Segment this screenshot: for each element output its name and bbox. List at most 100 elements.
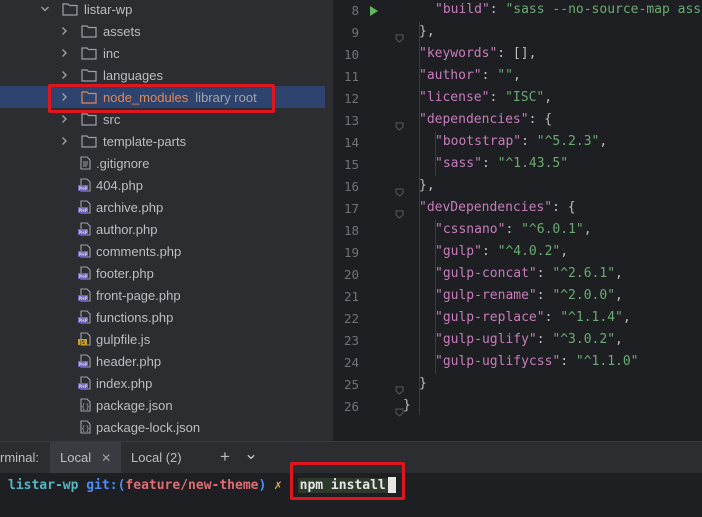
tree-file[interactable]: PHP comments.php xyxy=(0,240,325,262)
code-line[interactable]: } xyxy=(419,376,427,391)
tab-label: Local xyxy=(60,450,92,465)
run-script-icon[interactable] xyxy=(369,4,379,16)
tab-local[interactable]: Local ✕ xyxy=(50,442,122,473)
code-line[interactable]: "dependencies": { xyxy=(419,112,552,127)
line-number: 24 xyxy=(343,355,359,370)
code-line[interactable]: "gulp-uglify": "^3.0.2", xyxy=(435,332,623,347)
tree-root-listar-wp[interactable]: listar-wp xyxy=(0,0,325,20)
tree-file[interactable]: PHP author.php xyxy=(0,218,325,240)
code-line[interactable]: "gulp-concat": "^2.6.1", xyxy=(435,266,623,281)
chevron-right-icon[interactable] xyxy=(59,92,69,102)
code-line[interactable]: "license": "ISC", xyxy=(419,90,552,105)
terminal-prompt[interactable]: listar-wp git:(feature/new-theme) ✗ npm … xyxy=(8,475,396,495)
code-token: "build" xyxy=(435,2,490,17)
tree-file[interactable]: PHP header.php xyxy=(0,350,325,372)
close-icon[interactable]: ✕ xyxy=(101,451,111,465)
code-line[interactable]: "sass": "^1.43.5" xyxy=(435,156,568,171)
code-token: "dependencies" xyxy=(419,112,529,127)
code-token: "gulp" xyxy=(435,244,482,259)
code-line[interactable]: "bootstrap": "^5.2.3", xyxy=(435,134,607,149)
tree-folder-node-modules[interactable]: node_modules library root xyxy=(0,86,325,108)
tree-folder-src[interactable]: src xyxy=(0,108,325,130)
chevron-right-icon[interactable] xyxy=(59,48,69,58)
svg-text:PHP: PHP xyxy=(79,318,88,324)
chevron-right-icon[interactable] xyxy=(59,70,69,80)
code-line[interactable]: "gulp-rename": "^2.0.0", xyxy=(435,288,623,303)
chevron-down-icon[interactable] xyxy=(40,4,50,14)
tree-file[interactable]: PHP archive.php xyxy=(0,196,325,218)
code-line[interactable]: "gulp": "^4.0.2", xyxy=(435,244,568,259)
code-line[interactable]: "author": "", xyxy=(419,68,521,83)
code-token: }, xyxy=(419,178,435,193)
code-line[interactable]: } xyxy=(403,398,411,413)
tree-item-label: header.php xyxy=(96,353,162,369)
code-line[interactable]: "build": "sass --no-source-map ass xyxy=(435,2,701,17)
fold-marker-icon[interactable] xyxy=(395,184,404,197)
code-editor[interactable]: 8 "build": "sass --no-source-map ass 9}, 10… xyxy=(333,0,702,441)
code-line[interactable]: "cssnano": "^6.0.1", xyxy=(435,222,592,237)
fold-marker-icon[interactable] xyxy=(395,118,404,131)
code-line[interactable]: "gulp-replace": "^1.1.4", xyxy=(435,310,631,325)
code-token: : xyxy=(505,222,522,237)
tree-item-label: comments.php xyxy=(96,243,182,259)
tree-item-label: assets xyxy=(103,23,141,39)
code-token: : xyxy=(489,2,506,17)
terminal-panel: rminal: Local ✕ Local (2) + ⌄ listar-wp … xyxy=(0,441,702,517)
code-token: : xyxy=(560,354,576,369)
chevron-down-icon[interactable]: ⌄ xyxy=(242,445,260,463)
svg-text:PHP: PHP xyxy=(79,186,88,192)
tree-file[interactable]: PHP functions.php xyxy=(0,306,325,328)
code-token: "^3.0.2" xyxy=(552,332,616,347)
tree-file[interactable]: PHP 404.php xyxy=(0,174,325,196)
tree-file[interactable]: PHP index.php xyxy=(0,372,325,394)
line-number: 8 xyxy=(351,3,359,18)
code-token: : [], xyxy=(497,46,537,61)
tree-folder-assets[interactable]: assets xyxy=(0,20,325,42)
tree-folder-inc[interactable]: inc xyxy=(0,42,325,64)
code-token: "gulp-concat" xyxy=(435,266,537,281)
prompt-git-close: ) xyxy=(258,477,267,493)
tab-local-2[interactable]: Local (2) xyxy=(121,442,192,473)
php-file-icon: PHP xyxy=(78,178,92,192)
line-number: 15 xyxy=(343,157,359,172)
code-token: "ISC" xyxy=(505,90,545,105)
chevron-right-icon[interactable] xyxy=(59,136,69,146)
tree-file[interactable]: {} package.json xyxy=(0,394,325,416)
tree-item-label: gulpfile.js xyxy=(96,331,151,347)
tab-label: Local (2) xyxy=(131,450,182,465)
php-file-icon: PHP xyxy=(78,244,92,258)
code-token: : xyxy=(521,134,537,149)
code-token: "gulp-uglify" xyxy=(435,332,537,347)
line-number: 16 xyxy=(343,179,359,194)
chevron-right-icon[interactable] xyxy=(59,26,69,36)
tree-folder-languages[interactable]: languages xyxy=(0,64,325,86)
code-token: "^2.0.0" xyxy=(552,288,616,303)
tree-folder-template-parts[interactable]: template-parts xyxy=(0,130,325,152)
tree-file[interactable]: PHP front-page.php xyxy=(0,284,325,306)
line-number: 10 xyxy=(343,47,359,62)
tree-file[interactable]: .gitignore xyxy=(0,152,325,174)
terminal-command: npm install xyxy=(297,477,388,493)
fold-marker-icon[interactable] xyxy=(395,206,404,219)
code-token: "sass --no-source-map ass xyxy=(505,2,702,17)
add-terminal-button[interactable]: + xyxy=(216,448,234,466)
code-line[interactable]: "keywords": [], xyxy=(419,46,536,61)
php-file-icon: PHP xyxy=(78,310,92,324)
tree-file[interactable]: {} package-lock.json xyxy=(0,416,325,438)
terminal-caret xyxy=(387,477,396,493)
code-line[interactable]: "devDependencies": { xyxy=(419,200,576,215)
code-token: , xyxy=(512,68,521,83)
code-token: : { xyxy=(528,112,553,127)
code-line[interactable]: }, xyxy=(419,178,435,193)
code-token: , xyxy=(615,288,623,303)
tree-file[interactable]: JS gulpfile.js xyxy=(0,328,325,350)
code-line[interactable]: "gulp-uglifycss": "^1.1.0" xyxy=(435,354,639,369)
json-file-icon: {} xyxy=(78,420,92,434)
code-line[interactable]: }, xyxy=(419,24,435,39)
chevron-right-icon[interactable] xyxy=(59,114,69,124)
svg-text:PHP: PHP xyxy=(79,208,88,214)
fold-marker-icon[interactable] xyxy=(395,382,404,395)
code-token: , xyxy=(622,310,631,325)
fold-marker-icon[interactable] xyxy=(395,30,404,43)
tree-file[interactable]: PHP footer.php xyxy=(0,262,325,284)
